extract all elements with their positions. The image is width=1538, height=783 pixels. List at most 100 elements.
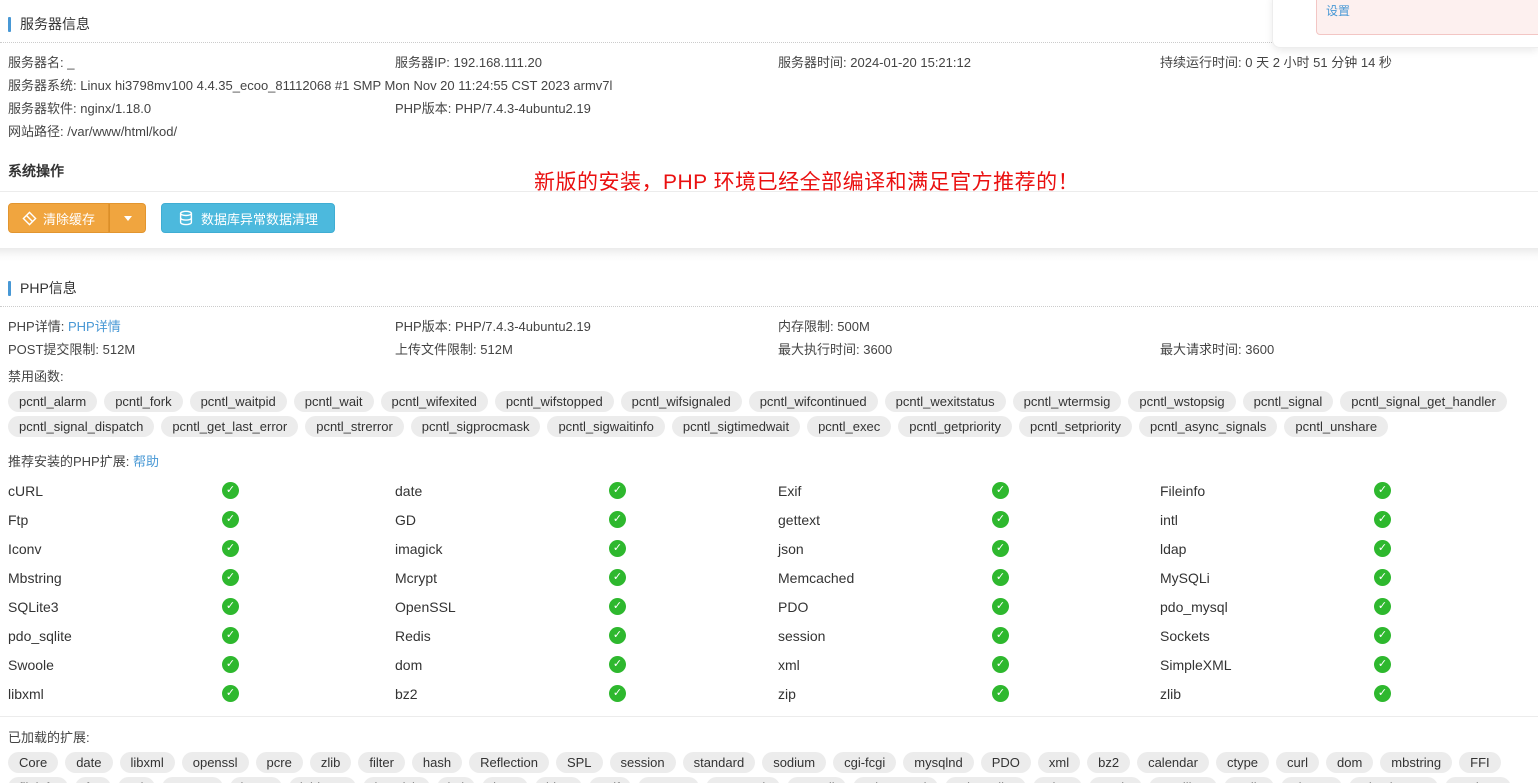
extension-item: PDO ✓ xyxy=(778,592,1160,621)
field-label: 服务器时间 xyxy=(778,55,843,70)
caret-down-icon xyxy=(124,216,132,221)
extension-name: Redis xyxy=(395,628,609,644)
extension-item: GD ✓ xyxy=(395,505,778,534)
extension-tag: mbstring xyxy=(1380,752,1452,773)
extension-tag: Phar xyxy=(1033,777,1082,783)
extension-item: SimpleXML ✓ xyxy=(1160,650,1530,679)
clear-cache-dropdown-button[interactable] xyxy=(109,203,146,233)
function-tag: pcntl_exec xyxy=(807,416,891,437)
db-clean-button[interactable]: 数据库异常数据清理 xyxy=(161,203,335,233)
function-tag: pcntl_signal_get_handler xyxy=(1340,391,1507,412)
field-label: POST提交限制 xyxy=(8,342,95,357)
extension-name: xml xyxy=(778,657,992,673)
function-tag: pcntl_async_signals xyxy=(1139,416,1277,437)
extension-tag: ldap xyxy=(535,777,582,783)
setup-now-link-part2[interactable]: 设置 xyxy=(1326,4,1350,18)
help-link[interactable]: 帮助 xyxy=(133,454,159,469)
info-field: 最大执行时间: 3600 xyxy=(778,338,1160,361)
check-circle-icon: ✓ xyxy=(609,482,626,499)
extension-item: Redis ✓ xyxy=(395,621,778,650)
extension-tag: libxml xyxy=(120,752,175,773)
extension-tag: mysqli xyxy=(787,777,846,783)
disabled-functions-label: 禁用函数: xyxy=(8,365,64,389)
check-circle-icon: ✓ xyxy=(609,569,626,586)
check-circle-icon: ✓ xyxy=(992,540,1009,557)
field-label: PHP版本 xyxy=(395,319,448,334)
field-label: 内存限制 xyxy=(778,319,830,334)
function-tag: pcntl_fork xyxy=(104,391,182,412)
extension-tag: openssl xyxy=(182,752,249,773)
info-field: 上传文件限制: 512M xyxy=(395,338,778,361)
recommended-extensions-label: 推荐安装的PHP扩展: xyxy=(8,454,129,469)
extension-name: intl xyxy=(1160,512,1374,528)
check-circle-icon: ✓ xyxy=(1374,482,1391,499)
extension-item: intl ✓ xyxy=(1160,505,1530,534)
extension-item: bz2 ✓ xyxy=(395,679,778,708)
extension-item: gettext ✓ xyxy=(778,505,1160,534)
extension-tag: ftp xyxy=(75,777,111,783)
check-circle-icon: ✓ xyxy=(222,656,239,673)
clear-cache-label: 清除缓存 xyxy=(43,209,95,228)
check-circle-icon: ✓ xyxy=(992,511,1009,528)
check-circle-icon: ✓ xyxy=(992,685,1009,702)
field-value: _ xyxy=(67,55,74,70)
extension-tag: sodium xyxy=(762,752,826,773)
field-value[interactable]: PHP详情 xyxy=(68,319,121,334)
function-tag: pcntl_wtermsig xyxy=(1013,391,1122,412)
field-value: 512M xyxy=(480,342,513,357)
check-circle-icon: ✓ xyxy=(222,598,239,615)
server-info-title: 服务器信息 xyxy=(20,14,90,34)
extension-item: Mcrypt ✓ xyxy=(395,563,778,592)
extension-name: dom xyxy=(395,657,609,673)
system-ops-buttons: 清除缓存 数据库异常数据清理 xyxy=(8,192,1530,242)
extension-tag: pdo_mysql xyxy=(853,777,938,783)
php-info-title: PHP信息 xyxy=(20,278,77,298)
extension-tag: imagick xyxy=(363,777,429,783)
check-circle-icon: ✓ xyxy=(609,598,626,615)
recommended-extensions-label-row: 推荐安装的PHP扩展: 帮助 xyxy=(8,443,1530,474)
field-separator: : xyxy=(448,319,455,334)
field-label: 上传文件限制 xyxy=(395,342,473,357)
function-tag: pcntl_signal xyxy=(1243,391,1334,412)
field-value: 192.168.111.20 xyxy=(454,55,542,70)
extension-tag: sockets xyxy=(1445,777,1511,783)
extension-item: session ✓ xyxy=(778,621,1160,650)
database-icon xyxy=(178,210,194,226)
extension-tag: readline xyxy=(1149,777,1217,783)
info-field: 服务器软件: nginx/1.18.0 xyxy=(8,97,395,120)
extension-item: Mbstring ✓ xyxy=(8,563,395,592)
clear-cache-split-button: 清除缓存 xyxy=(8,203,146,233)
clear-cache-button[interactable]: 清除缓存 xyxy=(8,203,109,233)
info-field: POST提交限制: 512M xyxy=(8,338,395,361)
field-label: 持续运行时间 xyxy=(1160,55,1238,70)
extension-name: zip xyxy=(778,686,992,702)
extension-tag: redis xyxy=(1224,777,1274,783)
extension-tag: SPL xyxy=(556,752,603,773)
extension-name: OpenSSL xyxy=(395,599,609,615)
function-tag: pcntl_wifsignaled xyxy=(621,391,742,412)
recommended-extensions-grid: cURL ✓ date ✓ Exif ✓ Fileinfo ✓ xyxy=(8,474,1530,716)
check-circle-icon: ✓ xyxy=(992,656,1009,673)
field-value: 500M xyxy=(837,319,870,334)
server-status-page: 服务器信息 服务器名: _ 服务器IP: 192.168.111.20 服务器时… xyxy=(0,0,1538,783)
check-circle-icon: ✓ xyxy=(222,540,239,557)
extension-name: json xyxy=(778,541,992,557)
extension-tag: gd xyxy=(118,777,154,783)
extension-name: Memcached xyxy=(778,570,992,586)
extension-item: pdo_mysql ✓ xyxy=(1160,592,1530,621)
field-value: nginx/1.18.0 xyxy=(80,101,151,116)
check-circle-icon: ✓ xyxy=(609,540,626,557)
check-circle-icon: ✓ xyxy=(992,482,1009,499)
extension-item: MySQLi ✓ xyxy=(1160,563,1530,592)
function-tag: pcntl_get_last_error xyxy=(161,416,298,437)
extension-name: pdo_mysql xyxy=(1160,599,1374,615)
alert-line-1: 为保证功能正常,请尽快绑定邮箱 立即 xyxy=(1326,0,1538,2)
function-tag: pcntl_waitpid xyxy=(190,391,287,412)
extension-item: zip ✓ xyxy=(778,679,1160,708)
extension-tag: pdo_sqlite xyxy=(945,777,1026,783)
extension-name: MySQLi xyxy=(1160,570,1374,586)
server-info-grid: 服务器名: _ 服务器IP: 192.168.111.20 服务器时间: 202… xyxy=(8,43,1530,143)
info-field: 服务器名: _ xyxy=(8,51,395,74)
extension-tag: exif xyxy=(589,777,631,783)
check-circle-icon: ✓ xyxy=(609,656,626,673)
